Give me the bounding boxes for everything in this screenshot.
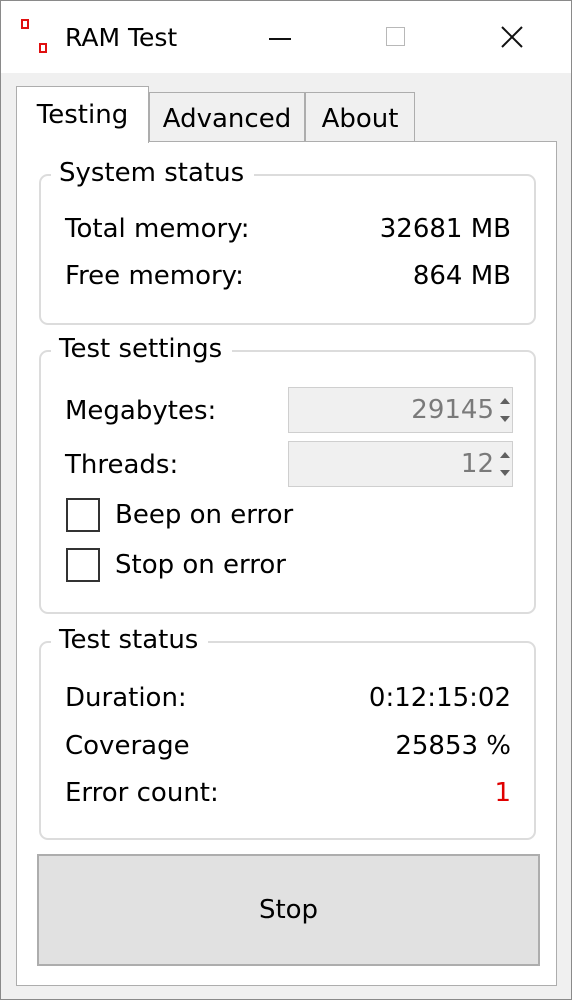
spin-up-icon[interactable] [500,452,510,458]
close-icon [501,26,523,48]
error-count-label: Error count: [65,778,219,808]
tab-about[interactable]: About [305,92,415,142]
title-bar[interactable]: RAM Test [1,1,571,73]
stop-on-error-label[interactable]: Stop on error [115,548,286,582]
test-status-legend: Test status [51,622,209,658]
threads-label: Threads: [65,450,179,480]
system-status-group: System status Total memory: 32681 MB Fre… [39,155,536,325]
threads-value[interactable]: 12 [461,447,494,481]
system-status-legend: System status [51,155,255,191]
spin-down-icon[interactable] [500,470,510,476]
spin-up-icon[interactable] [500,398,510,404]
free-memory-label: Free memory: [65,261,244,291]
window-title: RAM Test [65,23,178,52]
beep-on-error-label[interactable]: Beep on error [115,498,293,532]
testing-tab-panel: System status Total memory: 32681 MB Fre… [16,141,557,986]
threads-spin-arrows[interactable] [497,444,511,484]
megabytes-label: Megabytes: [65,396,217,426]
total-memory-value: 32681 MB [379,214,511,244]
free-memory-value: 864 MB [412,261,511,291]
test-status-group: Test status Duration: 0:12:15:02 Coverag… [39,622,536,840]
coverage-label: Coverage [65,731,190,761]
beep-on-error-checkbox[interactable] [66,498,100,532]
duration-value: 0:12:15:02 [368,683,511,713]
megabytes-spin-arrows[interactable] [497,390,511,430]
test-settings-legend: Test settings [51,331,233,367]
total-memory-label: Total memory: [65,214,250,244]
threads-spinner[interactable]: 12 [288,441,513,487]
close-button[interactable] [480,1,544,73]
error-count-value: 1 [494,778,511,808]
stop-on-error-checkbox[interactable] [66,548,100,582]
minimize-icon [269,38,291,40]
coverage-value: 25853 % [395,731,511,761]
duration-label: Duration: [65,683,187,713]
maximize-button[interactable] [363,1,427,73]
app-icon [19,17,53,55]
megabytes-spinner[interactable]: 29145 [288,387,513,433]
spin-down-icon[interactable] [500,416,510,422]
tab-advanced[interactable]: Advanced [149,92,305,142]
test-settings-group: Test settings Megabytes: 29145 Threads: … [39,331,536,614]
megabytes-value[interactable]: 29145 [411,393,494,427]
tab-testing[interactable]: Testing [16,86,149,143]
maximize-icon [386,27,405,46]
ram-test-window: RAM Test Testing Advanced About System s… [0,0,572,1000]
stop-button[interactable]: Stop [37,854,540,966]
minimize-button[interactable] [248,1,312,73]
